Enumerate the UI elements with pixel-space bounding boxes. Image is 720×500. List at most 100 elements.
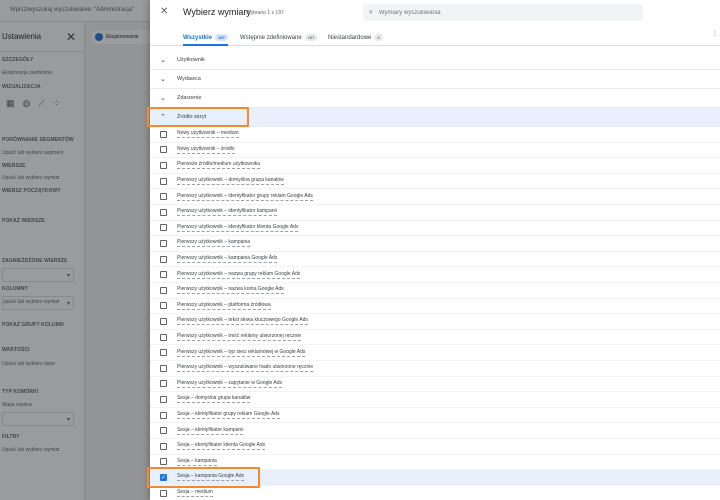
dimension-item[interactable]: Pierwszy użytkownik – kampania Google Ad…: [150, 252, 720, 268]
tab-count-badge: 0: [374, 34, 383, 41]
dimension-item[interactable]: Pierwszy użytkownik – domyślna grupa kan…: [150, 174, 720, 190]
checkbox[interactable]: [160, 411, 167, 419]
dialog-header: ✕ Wybierz wymiary Wybrano 1 z 197 ⌕: [150, 0, 720, 25]
dimension-item[interactable]: Sesja – domyślna grupa kanałów: [150, 392, 720, 408]
selection-count: Wybrano 1 z 197: [246, 10, 284, 16]
checkbox[interactable]: [160, 489, 167, 497]
checkbox[interactable]: [160, 255, 167, 263]
dimension-item-label: Nowy użytkownik – źródło: [177, 145, 235, 154]
checkbox[interactable]: [160, 130, 167, 138]
dimension-item-label: Pierwszy użytkownik – platforma źródłowa: [177, 301, 271, 310]
search-icon: ⌕: [369, 8, 373, 16]
tab-2[interactable]: Niestandardowe 0: [328, 30, 383, 45]
dimension-group[interactable]: ⌄ Wydawca: [150, 70, 720, 89]
dimension-item[interactable]: Sesja – identyfikator grupy reklam Googl…: [150, 408, 720, 424]
dimension-item-label: Pierwszy użytkownik – nazwa konta Google…: [177, 286, 284, 295]
dimension-item-label: Pierwszy użytkownik – identyfikator kamp…: [177, 208, 277, 217]
dimension-item-label: Pierwszy użytkownik – kampania Google Ad…: [177, 255, 278, 264]
dimension-item[interactable]: Sesja – identyfikator kampanii: [150, 423, 720, 439]
dimension-item-label: Pierwszy użytkownik – nazwa grupy reklam…: [177, 270, 301, 279]
dimension-item[interactable]: Pierwszy użytkownik – wyszukiwane hasło …: [150, 361, 720, 377]
close-icon[interactable]: ✕: [160, 6, 168, 17]
chevron-down-icon: ⌄: [160, 76, 166, 83]
checkbox[interactable]: [160, 364, 167, 372]
dimension-item[interactable]: Pierwszy użytkownik – nazwa grupy reklam…: [150, 267, 720, 283]
dimension-search[interactable]: ⌕: [363, 4, 643, 21]
dimension-item-label: Pierwszy użytkownik – identyfikator grup…: [177, 192, 313, 201]
dimension-item[interactable]: Pierwszy użytkownik – identyfikator kamp…: [150, 205, 720, 221]
dimension-group-label: Źródło wizyt: [177, 114, 207, 120]
tab-1[interactable]: Wstępnie zdefiniowane 197: [240, 30, 318, 45]
dimension-group-label: Użytkownik: [177, 57, 205, 63]
dimension-group[interactable]: ⌄ Użytkownik: [150, 51, 720, 70]
dimension-item-label: Pierwszy użytkownik – kampania: [177, 239, 251, 248]
dimension-item[interactable]: Pierwszy użytkownik – kampania: [150, 236, 720, 252]
dialog-title: Wybierz wymiary: [183, 7, 251, 17]
checkbox[interactable]: [160, 239, 167, 247]
dimension-item-label: Sesja – identyfikator klienta Google Ads: [177, 442, 266, 451]
checkbox[interactable]: [160, 395, 167, 403]
dimension-item-label: Sesja – kampania Google Ads: [177, 473, 244, 482]
dimension-item-label: Sesja – kampania: [177, 457, 217, 466]
dimension-item[interactable]: Pierwszy użytkownik – identyfikator klie…: [150, 221, 720, 237]
tab-count-badge: 197: [215, 34, 228, 41]
dimension-item[interactable]: ✓ Sesja – kampania Google Ads: [150, 470, 720, 486]
select-dimensions-dialog: ✕ Wybierz wymiary Wybrano 1 z 197 ⌕ ⋮ Ws…: [147, 0, 720, 500]
chevron-up-icon: ⌃: [160, 114, 166, 121]
dimension-item-label: Sesja – domyślna grupa kanałów: [177, 395, 251, 404]
dimension-item[interactable]: Pierwsze źródło/medium użytkownika: [150, 158, 720, 174]
checkbox[interactable]: [160, 380, 167, 388]
checkbox[interactable]: [160, 317, 167, 325]
dimension-item[interactable]: Pierwszy użytkownik – treść reklamy utwo…: [150, 330, 720, 346]
dimension-item[interactable]: Nowy użytkownik – medium: [150, 127, 720, 143]
dimension-group-label: Wydawca: [177, 76, 201, 82]
checkbox[interactable]: [160, 442, 167, 450]
dimension-group-label: Zdarzenie: [177, 95, 202, 101]
dimension-item-label: Pierwszy użytkownik – zapytanie w Google…: [177, 379, 283, 388]
dimension-item[interactable]: Sesja – identyfikator klienta Google Ads: [150, 439, 720, 455]
dimension-tabs: Wszystkie 197 Wstępnie zdefiniowane 197 Nies…: [150, 25, 720, 46]
dimension-item[interactable]: Pierwszy użytkownik – identyfikator grup…: [150, 189, 720, 205]
dimension-group-expanded[interactable]: ⌃ Źródło wizyt: [150, 108, 720, 127]
tab-label: Wszystkie: [183, 34, 213, 41]
dimension-item[interactable]: Pierwszy użytkownik – nazwa konta Google…: [150, 283, 720, 299]
dimension-item-label: Pierwszy użytkownik – domyślna grupa kan…: [177, 177, 284, 186]
chevron-down-icon: ⌄: [160, 57, 166, 64]
tab-count-badge: 197: [304, 34, 318, 41]
dimension-item[interactable]: Pierwszy użytkownik – zapytanie w Google…: [150, 377, 720, 393]
checkbox[interactable]: [160, 349, 167, 357]
checkbox[interactable]: [160, 333, 167, 341]
dimension-item-label: Pierwszy użytkownik – identyfikator klie…: [177, 223, 299, 232]
dimension-item-label: Sesja – identyfikator grupy reklam Googl…: [177, 411, 280, 420]
dimension-item-label: Nowy użytkownik – medium: [177, 130, 239, 139]
checkbox[interactable]: [160, 224, 167, 232]
tab-0[interactable]: Wszystkie 197: [183, 30, 228, 46]
checkbox[interactable]: [160, 271, 167, 279]
checkbox[interactable]: [160, 208, 167, 216]
checkbox[interactable]: [160, 146, 167, 154]
search-input[interactable]: [378, 9, 619, 16]
checkbox[interactable]: [160, 161, 167, 169]
checkbox[interactable]: [160, 458, 167, 466]
dimension-item-label: Sesja – identyfikator kampanii: [177, 426, 244, 435]
checkbox[interactable]: ✓: [160, 473, 167, 481]
checkbox[interactable]: [160, 286, 167, 294]
checkbox[interactable]: [160, 302, 167, 310]
tab-label: Wstępnie zdefiniowane: [240, 34, 302, 41]
dimension-item-label: Pierwsze źródło/medium użytkownika: [177, 161, 261, 170]
checkbox[interactable]: [160, 193, 167, 201]
dimension-item-label: Sesja – medium: [177, 489, 213, 498]
dimension-item-label: Pierwszy użytkownik – tekst słowa kluczo…: [177, 317, 308, 326]
dimension-item[interactable]: Sesja – kampania: [150, 455, 720, 471]
dimension-item[interactable]: Nowy użytkownik – źródło: [150, 143, 720, 159]
tab-label: Niestandardowe: [328, 34, 372, 41]
dimension-item[interactable]: Pierwszy użytkownik – typ sieci reklamow…: [150, 345, 720, 361]
dimension-group[interactable]: ⌄ Zdarzenie: [150, 89, 720, 108]
dimension-item[interactable]: Pierwszy użytkownik – tekst słowa kluczo…: [150, 314, 720, 330]
checkbox[interactable]: [160, 427, 167, 435]
dimension-item[interactable]: Sesja – medium: [150, 486, 720, 500]
dimension-item-label: Pierwszy użytkownik – typ sieci reklamow…: [177, 348, 306, 357]
checkbox[interactable]: [160, 177, 167, 185]
dimension-item[interactable]: Pierwszy użytkownik – platforma źródłowa: [150, 299, 720, 315]
dimension-item-label: Pierwszy użytkownik – wyszukiwane hasło …: [177, 364, 314, 373]
